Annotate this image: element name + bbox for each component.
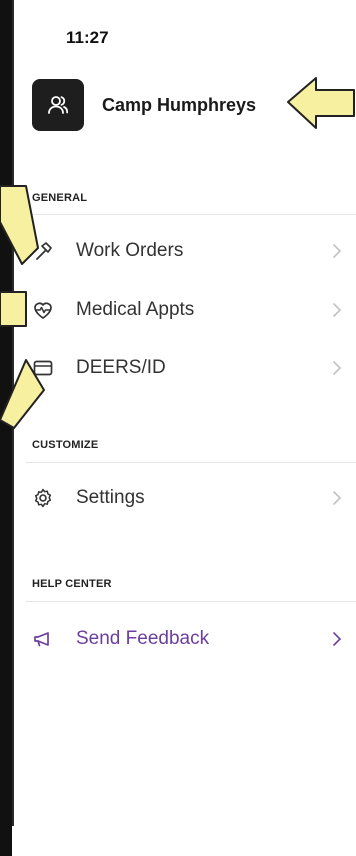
chevron-right-icon	[332, 243, 342, 264]
menu-item-deers-id[interactable]: DEERS/ID	[32, 346, 356, 390]
menu-item-label: Settings	[76, 487, 145, 508]
callout-arrow-deers	[0, 359, 45, 429]
menu-item-label: Work Orders	[76, 240, 184, 261]
menu-item-label: Medical Appts	[76, 299, 195, 320]
callout-box-medical	[0, 291, 27, 327]
gear-icon	[32, 487, 54, 509]
megaphone-icon	[32, 628, 54, 650]
chevron-right-icon	[332, 490, 342, 511]
callout-arrow-general	[0, 185, 39, 265]
callout-arrow-profile	[287, 77, 355, 129]
chevron-right-icon	[332, 631, 342, 652]
chevron-right-icon	[332, 302, 342, 323]
menu-item-label: DEERS/ID	[76, 357, 166, 378]
menu-item-work-orders[interactable]: Work Orders	[32, 229, 356, 273]
menu-item-medical-appts[interactable]: Medical Appts	[32, 288, 356, 332]
section-title-general: GENERAL	[32, 192, 88, 204]
screen: 11:27 Camp Humphreys GENERAL Work Orders…	[0, 0, 356, 856]
divider	[26, 214, 356, 215]
profile-name: Camp Humphreys	[102, 94, 257, 115]
divider	[26, 462, 356, 463]
heart-pulse-icon	[32, 299, 54, 321]
section-title-help-center: HELP CENTER	[32, 578, 112, 590]
menu-item-label: Send Feedback	[76, 628, 210, 649]
bottom-area	[12, 826, 356, 856]
menu-item-settings[interactable]: Settings	[32, 476, 356, 520]
divider	[26, 601, 356, 602]
users-icon	[32, 79, 84, 131]
menu-item-send-feedback[interactable]: Send Feedback	[32, 617, 356, 661]
status-time: 11:27	[66, 28, 109, 47]
chevron-right-icon	[332, 360, 342, 381]
section-title-customize: CUSTOMIZE	[32, 439, 99, 451]
